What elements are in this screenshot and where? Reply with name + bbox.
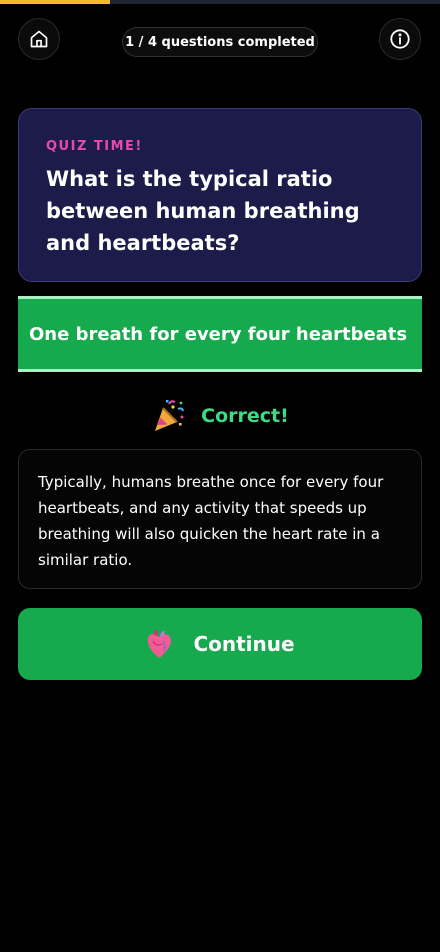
question-text: What is the typical ratio between human … [46, 167, 360, 255]
result-row: Correct! [0, 398, 440, 434]
questions-completed-text: 1 / 4 questions completed [125, 34, 315, 50]
info-button[interactable] [379, 18, 421, 60]
explanation-text: Typically, humans breathe once for every… [38, 473, 384, 569]
result-text: Correct! [201, 405, 289, 427]
home-icon [30, 30, 48, 48]
party-popper-icon [155, 400, 185, 431]
quiz-progress-bar [0, 0, 440, 4]
info-icon [390, 29, 410, 49]
selected-answer[interactable]: One breath for every four heartbeats [18, 296, 422, 372]
anatomical-heart-icon [148, 629, 172, 658]
explanation-card: Typically, humans breathe once for every… [18, 449, 422, 589]
questions-completed-status: 1 / 4 questions completed [122, 27, 318, 57]
quiz-progress-fill [0, 0, 110, 4]
continue-label: Continue [193, 632, 295, 656]
question-card: QUIZ TIME! What is the typical ratio bet… [18, 108, 422, 282]
selected-answer-text: One breath for every four heartbeats [29, 323, 408, 345]
home-button[interactable] [18, 18, 60, 60]
quiz-label: QUIZ TIME! [46, 139, 143, 154]
continue-button[interactable]: Continue [18, 608, 422, 680]
